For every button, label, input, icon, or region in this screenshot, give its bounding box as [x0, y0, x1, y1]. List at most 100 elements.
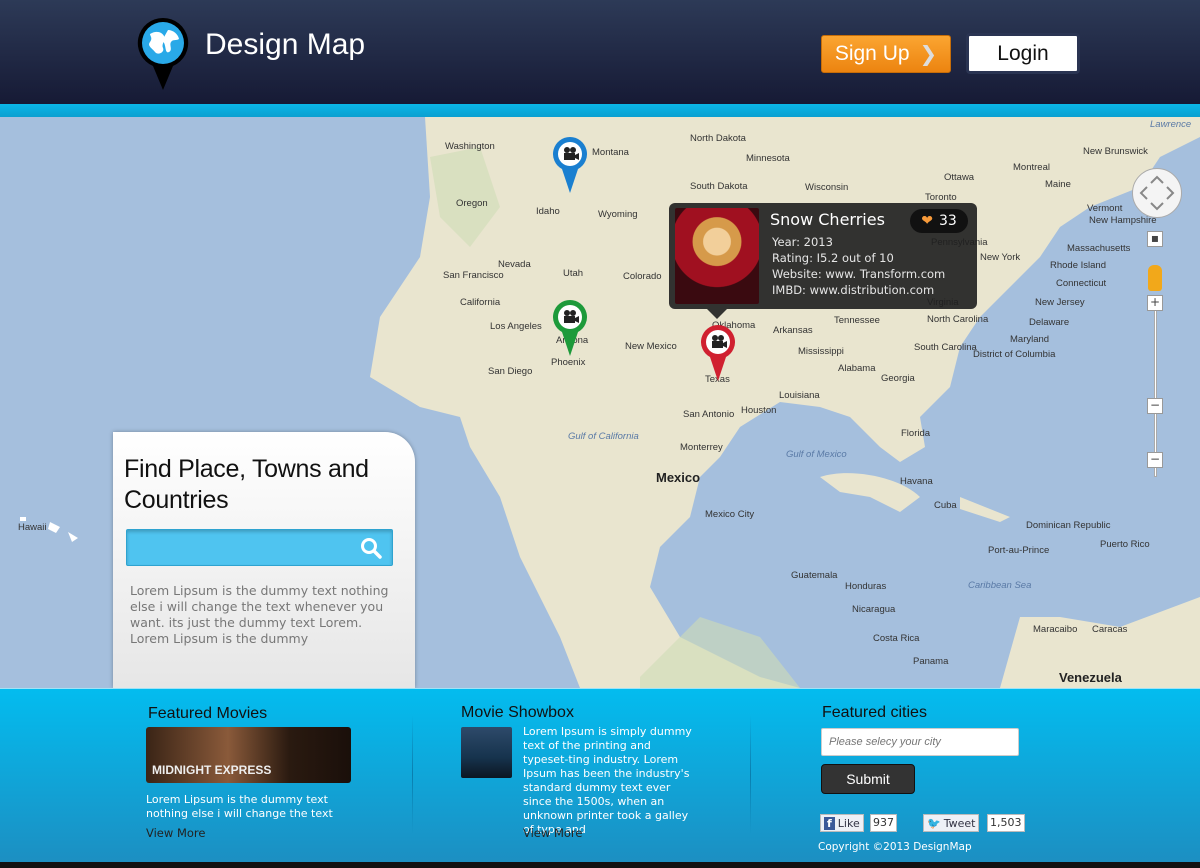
map-label: Minnesota [746, 153, 790, 164]
pan-arrows-icon [1139, 175, 1175, 211]
tooltip-title: Snow Cherries [770, 210, 885, 229]
map-label: San Antonio [683, 409, 735, 420]
map-label: Georgia [881, 373, 915, 384]
tooltip-image [675, 208, 759, 304]
movie-image-caption: MIDNIGHT EXPRESS [152, 763, 272, 777]
tweet-label: Tweet [943, 816, 976, 830]
map-label: Ottawa [944, 172, 975, 183]
map-label: Nevada [498, 259, 531, 270]
search-input[interactable] [127, 530, 352, 565]
footer-divider [412, 715, 413, 835]
tooltip-imbd: IMBD: www.distribution.com [772, 283, 935, 297]
map-pin-green[interactable] [552, 299, 588, 357]
city-select-input[interactable] [821, 728, 1019, 756]
featured-cities-heading: Featured cities [822, 704, 927, 721]
movie-camera-icon [553, 300, 587, 356]
globe-pin-logo-icon [137, 17, 189, 90]
map-label: Lawrence [1150, 119, 1192, 130]
map-label: Tennessee [834, 315, 880, 326]
map-label: Nicaragua [852, 604, 896, 615]
map-label: Dominican Republic [1026, 520, 1111, 531]
map-label: Massachusetts [1067, 243, 1131, 254]
place-tooltip: Snow Cherries ❤ 33 Year: 2013 Rating: I5.… [669, 203, 977, 319]
map-label: Toronto [925, 192, 957, 203]
map-label: Arkansas [773, 325, 813, 336]
zoom-slider-handle[interactable]: − [1147, 398, 1163, 414]
submit-button[interactable]: Submit [821, 764, 915, 794]
like-badge[interactable]: ❤ 33 [910, 209, 968, 233]
map-label: Puerto Rico [1100, 539, 1150, 550]
map-label: New Jersey [1035, 297, 1085, 308]
header: Design Map Sign Up ❯ Login [0, 0, 1200, 104]
map-label: New Brunswick [1083, 146, 1148, 157]
map-label: Wyoming [598, 209, 638, 220]
chevron-right-icon: ❯ [919, 42, 938, 66]
map-label: Utah [563, 268, 584, 279]
reset-view-button[interactable]: ▪ [1147, 231, 1163, 247]
map-label: Houston [741, 405, 777, 416]
map-label: Colorado [623, 271, 662, 282]
map-label: Mississippi [798, 346, 844, 357]
tooltip-year: Year: 2013 [772, 235, 833, 249]
sign-up-label: Sign Up [834, 42, 910, 65]
footer-bottom-bar [0, 862, 1200, 868]
tooltip-website: Website: www. Transform.com [772, 267, 946, 281]
map-label: South Carolina [914, 342, 977, 353]
map-label: Oregon [456, 198, 488, 209]
facebook-like-button[interactable]: f Like [820, 814, 864, 832]
pan-control[interactable] [1132, 168, 1182, 218]
sign-up-button[interactable]: Sign Up ❯ [821, 35, 951, 73]
map-label: North Carolina [927, 314, 989, 325]
map-label: San Diego [488, 366, 533, 377]
facebook-icon: f [824, 816, 835, 830]
tooltip-rating: Rating: I5.2 out of 10 [772, 251, 894, 265]
search-field[interactable] [126, 529, 393, 566]
search-icon[interactable] [360, 537, 382, 559]
like-count: 33 [938, 213, 957, 229]
map-label: Connecticut [1056, 278, 1107, 289]
map-label: Maryland [1010, 334, 1050, 345]
map-pin-red[interactable] [700, 324, 736, 382]
map-label: Delaware [1029, 317, 1070, 328]
featured-movies-text: Lorem Lipsum is the dummy text nothing e… [146, 793, 333, 820]
map-label: California [460, 297, 501, 308]
map-label: New Mexico [625, 341, 677, 352]
map-label: Port-au-Prince [988, 545, 1050, 556]
map-label: South Dakota [690, 181, 748, 192]
like-count: 937 [870, 814, 897, 832]
movie-camera-icon [553, 137, 587, 193]
map-label: Caracas [1092, 624, 1128, 635]
tweet-count: 1,503 [987, 814, 1025, 832]
map-label: North Dakota [690, 133, 746, 144]
showbox-text: Lorem Ipsum is simply dummy text of the … [523, 725, 692, 836]
map-label: Rhode Island [1050, 260, 1106, 271]
featured-movies-view-more[interactable]: View More [146, 826, 205, 840]
showbox-image[interactable] [461, 727, 512, 778]
map-label: Honduras [845, 581, 887, 592]
map-label: Venezuela [1059, 670, 1122, 685]
map-label: Idaho [536, 206, 560, 217]
map-label: New York [980, 252, 1021, 263]
featured-movie-image[interactable]: MIDNIGHT EXPRESS [146, 727, 351, 783]
brand-name[interactable]: Design Map [205, 28, 365, 62]
tweet-button[interactable]: 🐦 Tweet [923, 814, 980, 832]
map-label: Montreal [1013, 162, 1050, 173]
featured-movies-heading: Featured Movies [148, 705, 268, 722]
like-label: Like [837, 816, 860, 830]
showbox-view-more[interactable]: View More [523, 826, 582, 840]
map-pin-blue[interactable] [552, 136, 588, 194]
map-label: Panama [913, 656, 949, 667]
search-panel: Find Place, Towns and Countries Lorem Li… [113, 432, 415, 688]
street-view-pegman-icon[interactable] [1148, 265, 1162, 291]
map-label: Montana [592, 147, 629, 158]
map-label: Phoenix [551, 357, 586, 368]
map-label: Gulf of Mexico [786, 449, 847, 460]
map-label: Alabama [838, 363, 876, 374]
map-label: Hawaii [18, 522, 47, 533]
brand-bold: Design [205, 28, 299, 61]
map-label: Guatemala [791, 570, 838, 581]
search-description: Lorem Lipsum is the dummy text nothing e… [130, 583, 389, 646]
zoom-in-button[interactable]: + [1147, 295, 1163, 311]
login-button[interactable]: Login [966, 33, 1080, 74]
zoom-out-button[interactable]: − [1147, 452, 1163, 468]
